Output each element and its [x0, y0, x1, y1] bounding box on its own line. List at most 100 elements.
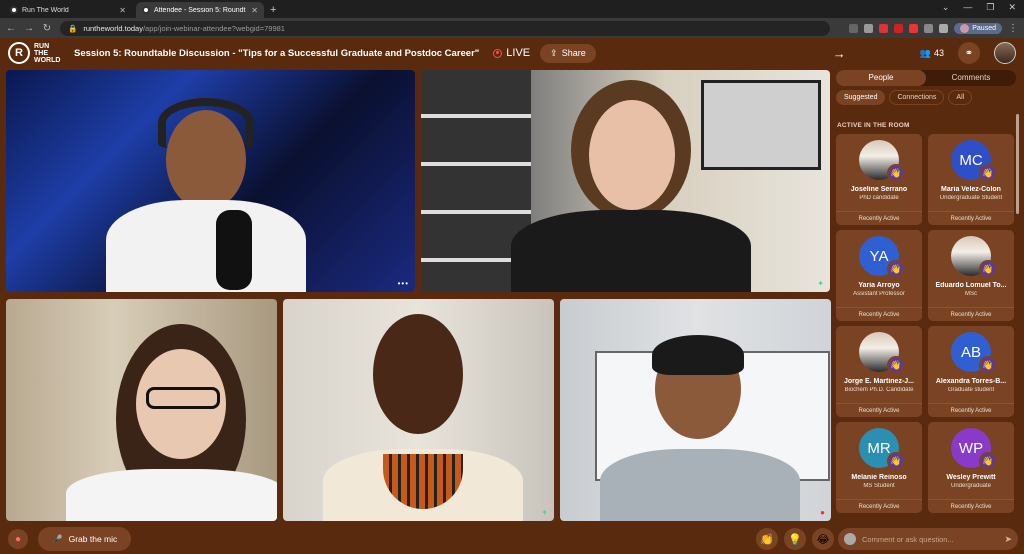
people-sidebar: People Comments Suggested Connections Al… [834, 68, 1020, 524]
video-tile-host[interactable]: ••• [6, 70, 415, 292]
extension-icon[interactable] [894, 23, 904, 33]
laugh-reaction-button[interactable]: 😂 [812, 528, 834, 550]
link-icon: ⚭ [964, 47, 974, 59]
video-tile-speaker-3[interactable] [6, 299, 277, 521]
window-controls: ⌄ — ❐ ✕ [942, 2, 1016, 13]
share-button[interactable]: ⇪ Share [540, 43, 596, 63]
extensions: Paused ⋮ [849, 22, 1018, 34]
person-card[interactable]: YA 👋 Yaria Arroyo Assistant Professor Recent… [836, 230, 922, 321]
wave-hand-icon[interactable]: 👋 [887, 164, 905, 182]
mic-off-icon: ● [14, 533, 22, 545]
mic-toggle-button[interactable]: ● [8, 529, 28, 549]
clap-reaction-button[interactable]: 👏 [756, 528, 778, 550]
avatar: WP 👋 [951, 428, 997, 470]
tab-comments[interactable]: Comments [926, 70, 1016, 86]
menu-icon[interactable]: ⋮ [1008, 23, 1018, 34]
comment-input[interactable]: Comment or ask question... ➤ [838, 528, 1018, 550]
live-indicator: LIVE [493, 47, 530, 59]
person-card[interactable]: 👋 Eduardo Lomuel To... MSc Recently Active [928, 230, 1014, 321]
person-status: Recently Active [836, 499, 922, 513]
profile-status: Paused [972, 24, 996, 32]
user-avatar[interactable] [994, 42, 1016, 64]
glasses-icon [146, 387, 220, 409]
url-domain: runtheworld.today [83, 23, 143, 33]
video-tile-speaker-2[interactable]: ✦ [421, 70, 830, 292]
reload-icon[interactable]: ↻ [42, 23, 52, 34]
person-card[interactable]: 👋 Jorge E. Martinez-J... Biochem Ph.D. Can… [836, 326, 922, 417]
person-status: Recently Active [928, 499, 1014, 513]
video-tile-speaker-5[interactable]: ● [560, 299, 831, 521]
person-name: Melanie Reinoso [851, 474, 907, 481]
picture-frame [701, 80, 821, 170]
person-name: Eduardo Lomuel To... [935, 282, 1007, 289]
wave-hand-icon[interactable]: 👋 [979, 356, 997, 374]
person-card[interactable]: WP 👋 Wesley Prewitt Undergraduate Recently A… [928, 422, 1014, 513]
avatar: 👋 [951, 236, 997, 278]
people-filters: Suggested Connections All [836, 90, 973, 105]
wave-hand-icon[interactable]: 👋 [887, 452, 905, 470]
new-tab-icon[interactable]: + [270, 4, 276, 16]
person-card[interactable]: 👋 Joseline Serrano PhD candidate Recently A… [836, 134, 922, 225]
filter-suggested[interactable]: Suggested [836, 90, 886, 105]
headphones-icon [158, 98, 254, 148]
address-bar[interactable]: 🔒 runtheworld.today/app/join-webinar-att… [60, 20, 830, 36]
filter-all[interactable]: All [948, 90, 973, 105]
lightbulb-icon: 💡 [788, 533, 802, 546]
filter-connections[interactable]: Connections [889, 90, 945, 105]
video-tile-speaker-4[interactable]: ✦ [283, 299, 554, 521]
share-icon: ⇪ [550, 47, 558, 58]
extension-icon[interactable] [909, 23, 919, 33]
profile-avatar [960, 23, 970, 33]
extension-icon[interactable] [879, 23, 889, 33]
people-grid: 👋 Joseline Serrano PhD candidate Recently A… [836, 134, 1016, 513]
forward-icon[interactable]: → [24, 23, 34, 34]
person-role: MS Student [863, 483, 895, 489]
back-icon[interactable]: ← [6, 23, 16, 34]
muted-mic-icon: ● [820, 508, 825, 517]
person-card[interactable]: AB 👋 Alexandra Torres-B... Graduate student… [928, 326, 1014, 417]
maximize-icon[interactable]: ❐ [986, 2, 994, 13]
person-name: Jorge E. Martinez-J... [843, 378, 915, 385]
person-role: Biochem Ph.D. Candidate [844, 387, 914, 393]
star-icon[interactable] [864, 23, 874, 33]
wave-hand-icon[interactable]: 👋 [887, 356, 905, 374]
idea-reaction-button[interactable]: 💡 [784, 528, 806, 550]
microphone-icon [216, 210, 252, 290]
grab-mic-label: Grab the mic [68, 534, 118, 544]
grab-mic-button[interactable]: 🎤 Grab the mic [38, 527, 132, 551]
person-name: Joseline Serrano [850, 186, 908, 193]
tab-people[interactable]: People [836, 70, 926, 86]
attendee-count-button[interactable]: 👥 43 [920, 48, 944, 59]
puzzle-icon[interactable] [924, 23, 934, 33]
extension-icon[interactable] [939, 23, 949, 33]
more-options-icon[interactable]: ••• [398, 279, 409, 288]
logo-text: RUN THE WORLD [34, 42, 61, 64]
live-dot-icon [493, 48, 503, 58]
browser-tab-attendee[interactable]: Attendee - Session 5: Roundt ✕ [136, 2, 264, 18]
profile-button[interactable]: Paused [954, 22, 1002, 34]
person-name: Maria Velez-Colon [941, 186, 1001, 193]
wave-hand-icon[interactable]: 👋 [979, 164, 997, 182]
speaking-icon: ✦ [541, 508, 548, 517]
browser-tab-run-the-world[interactable]: Run The World ✕ [4, 2, 132, 18]
network-button[interactable]: ⚭ [958, 42, 980, 64]
arrow-right-icon[interactable]: → [833, 46, 846, 61]
sidebar-scrollbar[interactable] [1016, 114, 1019, 214]
chevron-down-icon[interactable]: ⌄ [942, 2, 950, 13]
logo[interactable]: R RUN THE WORLD [8, 42, 64, 64]
close-tab-icon[interactable]: ✕ [119, 6, 126, 15]
minimize-icon[interactable]: — [963, 2, 972, 13]
send-icon[interactable]: ➤ [1004, 534, 1012, 545]
close-window-icon[interactable]: ✕ [1008, 2, 1016, 13]
speaker-shirt [106, 200, 306, 292]
close-tab-icon[interactable]: ✕ [251, 6, 258, 15]
wave-hand-icon[interactable]: 👋 [887, 260, 905, 278]
speaker-sweater [600, 449, 800, 521]
wave-hand-icon[interactable]: 👋 [979, 452, 997, 470]
extension-icon[interactable] [849, 23, 859, 33]
speaker-head [589, 100, 675, 210]
person-card[interactable]: MC 👋 Maria Velez-Colon Undergraduate Studen… [928, 134, 1014, 225]
person-name: Alexandra Torres-B... [935, 378, 1007, 385]
person-card[interactable]: MR 👋 Melanie Reinoso MS Student Recently Act… [836, 422, 922, 513]
wave-hand-icon[interactable]: 👋 [979, 260, 997, 278]
